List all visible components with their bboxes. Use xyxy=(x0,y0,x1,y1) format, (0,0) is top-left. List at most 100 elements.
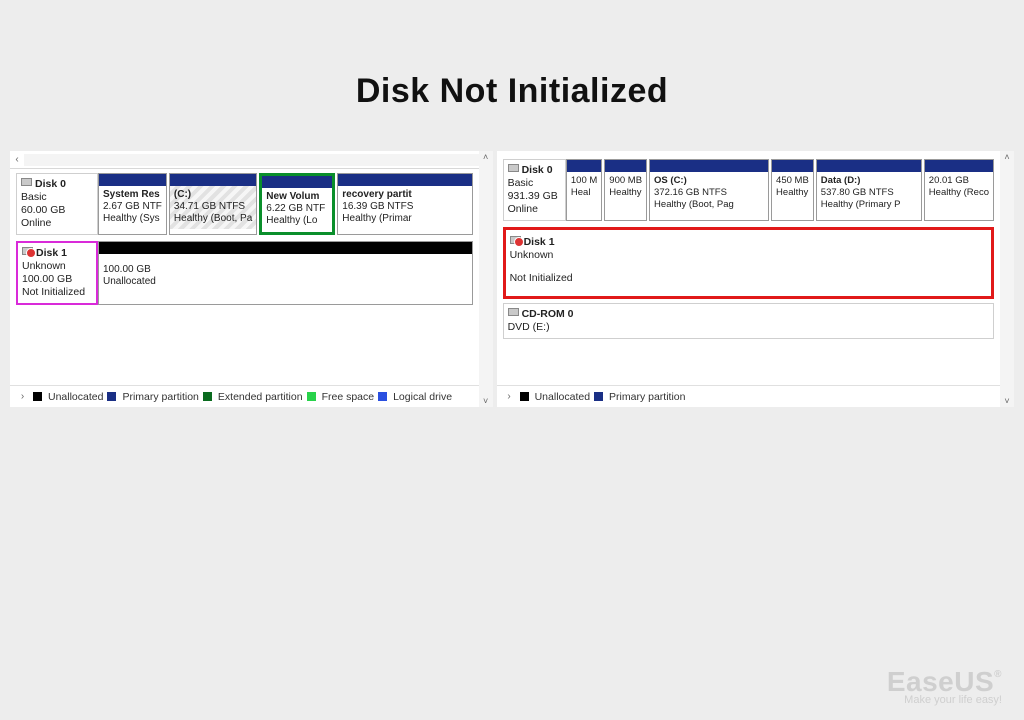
legend-label: Free space xyxy=(322,391,375,403)
partition-size: 372.16 GB NTFS xyxy=(654,187,764,199)
disk-info[interactable]: Disk 1 Unknown Not Initialized xyxy=(506,232,592,294)
scrollbar-track[interactable] xyxy=(24,154,479,166)
disk-management-right: ˄ ˅ Disk 0 Basic 931.39 GB Online 100 MH… xyxy=(497,151,1014,407)
vertical-scrollbar[interactable]: ˄ ˅ xyxy=(1000,151,1014,407)
partition[interactable]: recovery partit 16.39 GB NTFS Healthy (P… xyxy=(337,173,472,235)
partition-status: Healthy (Boot, Pag xyxy=(654,199,764,211)
legend: › Unallocated Primary partition Extended… xyxy=(10,385,479,407)
partition-status: Unallocated xyxy=(103,276,468,288)
disk-name: Disk 0 xyxy=(522,164,553,176)
partition-size: 900 MB xyxy=(609,175,642,187)
brand-name: EaseUS xyxy=(887,666,994,697)
disk-management-left: ‹ › ˄ ˅ Disk 0 Basic 60.00 GB Online xyxy=(10,151,493,407)
disk-info[interactable]: Disk 0 Basic 60.00 GB Online xyxy=(16,173,98,235)
partition-size: 537.80 GB NTFS xyxy=(821,187,917,199)
partition-status: Healthy xyxy=(609,187,642,199)
disk-info[interactable]: Disk 1 Unknown 100.00 GB Not Initialized xyxy=(16,241,98,305)
partition-status: Healthy (Sys xyxy=(103,213,162,225)
partition-size: 100.00 GB xyxy=(103,264,468,276)
legend-label: Extended partition xyxy=(218,391,303,403)
disk-icon xyxy=(21,178,32,186)
chevron-down-icon[interactable]: ˅ xyxy=(1004,395,1009,407)
brand-watermark: EaseUS® Make your life easy! xyxy=(887,666,1002,706)
partition-label: OS (C:) xyxy=(654,175,764,187)
legend-label: Primary partition xyxy=(122,391,198,403)
cdrom-row[interactable]: CD-ROM 0 DVD (E:) xyxy=(503,303,994,339)
partition[interactable]: (C:) 34.71 GB NTFS Healthy (Boot, Pa xyxy=(169,173,257,235)
partition-status: Heal xyxy=(571,187,597,199)
disk-row-0[interactable]: Disk 0 Basic 931.39 GB Online 100 MHeal … xyxy=(503,159,994,221)
partition-status: Healthy (Primar xyxy=(342,213,467,225)
legend-swatch-logical xyxy=(378,392,387,401)
disk-type: Unknown xyxy=(22,260,92,273)
disk-status: Online xyxy=(21,217,93,230)
partition-label: New Volum xyxy=(266,191,328,203)
disk-type: Basic xyxy=(21,191,93,204)
partition-header xyxy=(170,174,256,186)
partition-map: 100.00 GB Unallocated xyxy=(98,241,473,305)
partition-header xyxy=(99,174,166,186)
legend-swatch-unallocated xyxy=(33,392,42,401)
disk-status: Not Initialized xyxy=(510,272,588,285)
partition-label: recovery partit xyxy=(342,189,467,201)
vertical-scrollbar[interactable]: ˄ ˅ xyxy=(479,151,493,407)
disk-name: Disk 1 xyxy=(36,247,67,259)
brand-tagline: Make your life easy! xyxy=(887,694,1002,706)
partition[interactable]: 100 MHeal xyxy=(566,159,602,221)
cdrom-icon xyxy=(508,308,519,316)
partition-status: Healthy (Lo xyxy=(266,215,328,227)
partition[interactable]: System Res 2.67 GB NTF Healthy (Sys xyxy=(98,173,167,235)
disk-name: Disk 0 xyxy=(35,178,66,190)
horizontal-scrollbar[interactable]: ‹ › xyxy=(10,151,493,169)
partition-label: System Res xyxy=(103,189,162,201)
legend-label: Unallocated xyxy=(535,391,590,403)
partition[interactable]: 20.01 GBHealthy (Reco xyxy=(924,159,994,221)
disk-row-1[interactable]: Disk 1 Unknown 100.00 GB Not Initialized… xyxy=(16,241,473,305)
disk-size: 60.00 GB xyxy=(21,204,93,217)
disk-size: 931.39 GB xyxy=(508,190,561,203)
partition-size: 2.67 GB NTF xyxy=(103,201,162,213)
legend-swatch-extended xyxy=(203,392,212,401)
chevron-right-icon[interactable]: › xyxy=(16,391,29,402)
partition-status: Healthy (Reco xyxy=(929,187,989,199)
cdrom-name: CD-ROM 0 xyxy=(522,308,574,320)
partition[interactable]: Data (D:)537.80 GB NTFSHealthy (Primary … xyxy=(816,159,922,221)
partition-size: 34.71 GB NTFS xyxy=(174,201,252,213)
partition-map: System Res 2.67 GB NTF Healthy (Sys (C:)… xyxy=(98,173,473,235)
legend-swatch-free xyxy=(307,392,316,401)
disk-icon xyxy=(508,164,519,172)
partition[interactable]: OS (C:)372.16 GB NTFSHealthy (Boot, Pag xyxy=(649,159,769,221)
chevron-up-icon[interactable]: ˄ xyxy=(483,151,488,163)
legend-swatch-primary xyxy=(107,392,116,401)
partition-size: 450 MB xyxy=(776,175,809,187)
partition-header xyxy=(99,242,472,254)
cdrom-info[interactable]: CD-ROM 0 DVD (E:) xyxy=(503,303,994,339)
chevron-left-icon[interactable]: ‹ xyxy=(10,154,24,165)
disk-info[interactable]: Disk 0 Basic 931.39 GB Online xyxy=(503,159,566,221)
partition-status: Healthy xyxy=(776,187,809,199)
partition-label: Data (D:) xyxy=(821,175,917,187)
chevron-down-icon[interactable]: ˅ xyxy=(483,395,488,407)
disk-status: Online xyxy=(508,203,561,216)
chevron-up-icon[interactable]: ˄ xyxy=(1004,151,1009,163)
partition-map-empty xyxy=(592,232,991,294)
disk-row-0[interactable]: Disk 0 Basic 60.00 GB Online System Res … xyxy=(16,173,473,235)
partition[interactable]: New Volum 6.22 GB NTF Healthy (Lo xyxy=(259,173,335,235)
disk-size: 100.00 GB xyxy=(22,273,92,286)
partition[interactable]: 900 MBHealthy xyxy=(604,159,647,221)
partition-header xyxy=(338,174,471,186)
legend-swatch-unallocated xyxy=(520,392,529,401)
chevron-right-icon[interactable]: › xyxy=(503,391,516,402)
partition-label: (C:) xyxy=(174,189,252,201)
partition-unallocated[interactable]: 100.00 GB Unallocated xyxy=(98,241,473,305)
page-title: Disk Not Initialized xyxy=(0,0,1024,151)
partition-size: 100 M xyxy=(571,175,597,187)
partition[interactable]: 450 MBHealthy xyxy=(771,159,814,221)
disk-type: Unknown xyxy=(510,249,588,262)
partition-status: Healthy (Primary P xyxy=(821,199,917,211)
legend-label: Logical drive xyxy=(393,391,452,403)
panels-container: ‹ › ˄ ˅ Disk 0 Basic 60.00 GB Online xyxy=(0,151,1024,407)
disk-row-1[interactable]: Disk 1 Unknown Not Initialized xyxy=(503,227,994,299)
cdrom-label: DVD (E:) xyxy=(508,321,989,334)
legend-label: Primary partition xyxy=(609,391,685,403)
